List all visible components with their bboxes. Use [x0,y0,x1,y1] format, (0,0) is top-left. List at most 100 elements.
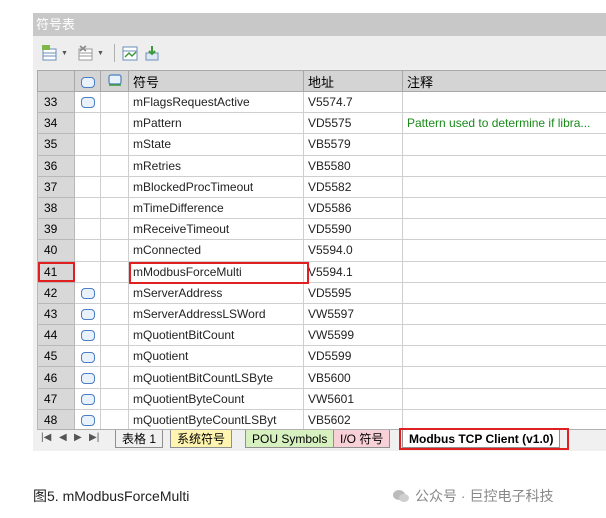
table-row[interactable]: 33 mFlagsRequestActive V5574.7 [37,90,606,114]
address-cell[interactable]: V5574.7 [303,90,403,114]
comment-cell[interactable] [402,196,606,220]
row-number[interactable]: 43 [37,302,75,326]
symbol-status-cell [74,302,101,326]
table-row[interactable]: 38 mTimeDifference VD5586 [37,196,606,220]
table-row[interactable]: 42 mServerAddress VD5595 [37,281,606,304]
symbol-name-cell[interactable]: mQuotientByteCount [128,387,304,410]
row-number[interactable]: 39 [37,218,75,241]
table-chart-icon [122,46,138,61]
address-cell[interactable]: VD5586 [303,196,403,220]
symbol-name-cell[interactable]: mState [128,133,304,156]
apply-to-project-button[interactable] [143,44,161,62]
table-row[interactable]: 44 mQuotientBitCount VW5599 [37,324,606,347]
row-number[interactable]: 47 [37,387,75,410]
delete-dropdown-icon[interactable]: ▼ [97,50,104,57]
table-row[interactable]: 47 mQuotientByteCount VW5601 [37,387,606,410]
table-row[interactable]: 35 mState VB5579 [37,133,606,156]
pou-info-header[interactable] [100,70,129,92]
pou-status-cell [100,260,129,283]
address-cell[interactable]: VD5590 [303,218,403,241]
table-row[interactable]: 40 mConnected V5594.0 [37,239,606,262]
row-number[interactable]: 33 [37,90,75,114]
next-tab-icon[interactable]: ▶ [74,432,82,443]
address-cell[interactable]: V5594.0 [303,239,403,262]
address-cell[interactable]: VB5580 [303,154,403,177]
table-row[interactable]: 37 mBlockedProcTimeout VD5582 [37,175,606,198]
symbol-name-cell[interactable]: mServerAddress [128,281,304,304]
row-number[interactable]: 35 [37,133,75,156]
row-number[interactable]: 42 [37,281,75,304]
address-cell[interactable]: VW5601 [303,387,403,410]
comment-cell[interactable] [402,90,606,114]
delete-row-button[interactable]: ▼ [77,44,104,62]
insert-dropdown-icon[interactable]: ▼ [61,50,68,57]
symbol-column-header[interactable]: 符号 [128,70,304,92]
comment-cell[interactable]: Pattern used to determine if libra... [402,112,606,135]
row-number[interactable]: 34 [37,112,75,135]
tab-io-symbols[interactable]: I/O 符号 [333,430,391,448]
comment-cell[interactable] [402,260,606,283]
table-row[interactable]: 43 mServerAddressLSWord VW5597 [37,302,606,326]
tab-table-1[interactable]: 表格 1 [115,430,164,448]
comment-cell[interactable] [402,154,606,177]
address-cell[interactable]: V5594.1 [303,260,403,283]
address-cell[interactable]: VB5579 [303,133,403,156]
comment-cell[interactable] [402,281,606,304]
row-number[interactable]: 44 [37,324,75,347]
address-cell[interactable]: VB5600 [303,366,403,389]
address-cell[interactable]: VD5582 [303,175,403,198]
symbol-name-cell[interactable]: mPattern [128,112,304,135]
address-cell[interactable]: VW5597 [303,302,403,326]
table-row[interactable]: 34 mPattern VD5575 Pattern used to determin… [37,112,606,135]
comment-cell[interactable] [402,133,606,156]
last-tab-icon[interactable]: ▶| [89,432,99,443]
symbol-name-cell[interactable]: mReceiveTimeout [128,218,304,241]
symbol-name-cell[interactable]: mRetries [128,154,304,177]
symbol-name-cell[interactable]: mQuotientByteCountLSByt [128,408,304,432]
insert-row-button[interactable]: ▼ [41,44,68,62]
symbol-grid[interactable]: 符号 地址 注释 33 mFlagsRequestActive V5574.7 34 m… [37,70,606,439]
comment-cell[interactable] [402,218,606,241]
comment-cell[interactable] [402,324,606,347]
row-number[interactable]: 45 [37,345,75,368]
symbol-name-cell[interactable]: mQuotientBitCount [128,324,304,347]
comment-cell[interactable] [402,387,606,410]
table-row[interactable]: 41 mModbusForceMulti V5594.1 [37,260,606,283]
table-row[interactable]: 45 mQuotient VD5599 [37,345,606,368]
symbol-name-cell[interactable]: mConnected [128,239,304,262]
comment-cell[interactable] [402,366,606,389]
table-row[interactable]: 39 mReceiveTimeout VD5590 [37,218,606,241]
comment-column-header[interactable]: 注释 [402,70,606,92]
comment-cell[interactable] [402,345,606,368]
address-cell[interactable]: VD5595 [303,281,403,304]
symbol-name-cell[interactable]: mBlockedProcTimeout [128,175,304,198]
row-number[interactable]: 48 [37,408,75,432]
comment-cell[interactable] [402,175,606,198]
create-unused-symbols-button[interactable] [121,44,139,62]
symbol-name-cell[interactable]: mTimeDifference [128,196,304,220]
address-cell[interactable]: VD5575 [303,112,403,135]
symbol-name-cell[interactable]: mQuotient [128,345,304,368]
row-number[interactable]: 37 [37,175,75,198]
symbol-info-header[interactable] [74,70,101,92]
comment-cell[interactable] [402,302,606,326]
prev-tab-icon[interactable]: ◀ [59,432,67,443]
table-row[interactable]: 36 mRetries VB5580 [37,154,606,177]
table-row[interactable]: 46 mQuotientBitCountLSByte VB5600 [37,366,606,389]
first-tab-icon[interactable]: |◀ [41,432,51,443]
row-number[interactable]: 46 [37,366,75,389]
tab-system-symbols[interactable]: 系统符号 [170,430,233,448]
row-number[interactable]: 40 [37,239,75,262]
symbol-name-cell[interactable]: mFlagsRequestActive [128,90,304,114]
row-number[interactable]: 36 [37,154,75,177]
address-column-header[interactable]: 地址 [303,70,403,92]
symbol-state-icon [80,288,95,300]
tab-pou-symbols[interactable]: POU Symbols [245,430,335,448]
address-cell[interactable]: VD5599 [303,345,403,368]
symbol-name-cell[interactable]: mQuotientBitCountLSByte [128,366,304,389]
comment-cell[interactable] [402,239,606,262]
symbol-name-cell[interactable]: mServerAddressLSWord [128,302,304,326]
row-number[interactable]: 38 [37,196,75,220]
address-cell[interactable]: VW5599 [303,324,403,347]
address-cell[interactable]: VB5602 [303,408,403,432]
